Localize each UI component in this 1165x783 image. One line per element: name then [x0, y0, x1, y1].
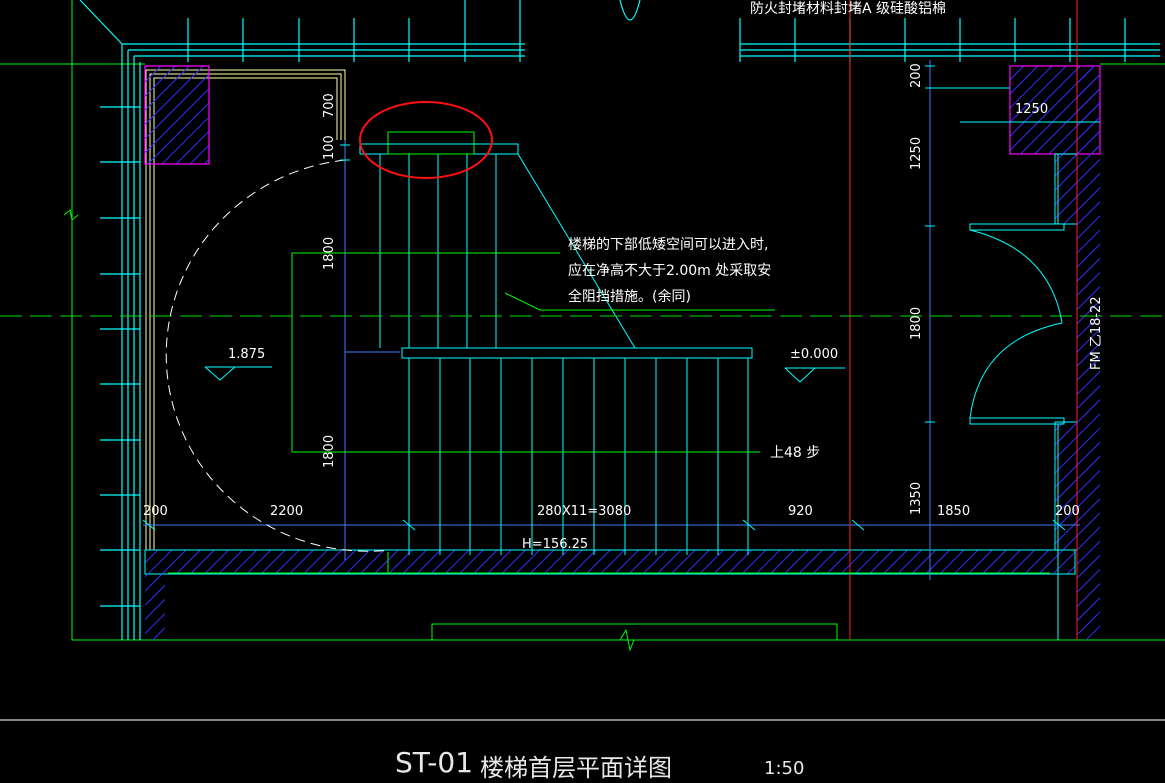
left-railing — [100, 44, 141, 640]
stair-up-label: 上48 步 — [770, 445, 821, 461]
dim-right-1800: 1800 — [909, 307, 924, 340]
dim-right-1350: 1350 — [909, 482, 924, 515]
dim-right-200: 200 — [909, 63, 924, 88]
dim-right-1250: 1250 — [909, 137, 924, 170]
elevation-landing: 1.875 — [228, 347, 266, 362]
dim-left-1800a: 1800 — [322, 237, 337, 270]
dim-bottom-200-left: 200 — [143, 504, 168, 519]
dim-bottom-200-right: 200 — [1055, 504, 1080, 519]
dim-left-100: 100 — [322, 135, 337, 160]
dim-bottom-3080: 280X11=3080 — [537, 504, 632, 519]
structural-columns — [144, 65, 1101, 640]
elevation-markers — [204, 366, 845, 383]
elevation-floor: ±0.000 — [790, 347, 839, 362]
drawing-scale: 1:50 — [764, 758, 805, 779]
top-note: 防火封堵材料封堵A 级硅酸铝棉 — [750, 1, 947, 17]
dim-left-700: 700 — [322, 93, 337, 118]
note-line-1: 楼梯的下部低矮空间可以进入时, — [568, 237, 769, 253]
note-line-3: 全阻挡措施。(余同) — [568, 289, 691, 305]
top-railing — [79, 0, 1160, 62]
door-tag: FM 乙18-22 — [1089, 296, 1104, 370]
dashed-clearance-arc — [165, 159, 391, 552]
dim-left-1800b: 1800 — [322, 435, 337, 468]
red-revision-cloud — [359, 101, 493, 179]
column-dim-1250: 1250 — [1015, 102, 1049, 117]
dim-bottom-1850: 1850 — [937, 504, 971, 519]
drawing-code: ST-01 — [395, 746, 474, 779]
dim-bottom-920: 920 — [788, 504, 813, 519]
stair-height-label: H=156.25 — [522, 537, 589, 552]
cad-drawing-canvas: 700 100 1800 1800 200 1250 1800 1350 FM … — [0, 0, 1165, 721]
drawing-title: 楼梯首层平面详图 — [480, 754, 672, 782]
grid-axis-lines — [143, 60, 1080, 580]
dim-bottom-2200: 2200 — [270, 504, 304, 519]
note-line-2: 应在净高不大于2.00m 处采取安 — [568, 263, 772, 279]
